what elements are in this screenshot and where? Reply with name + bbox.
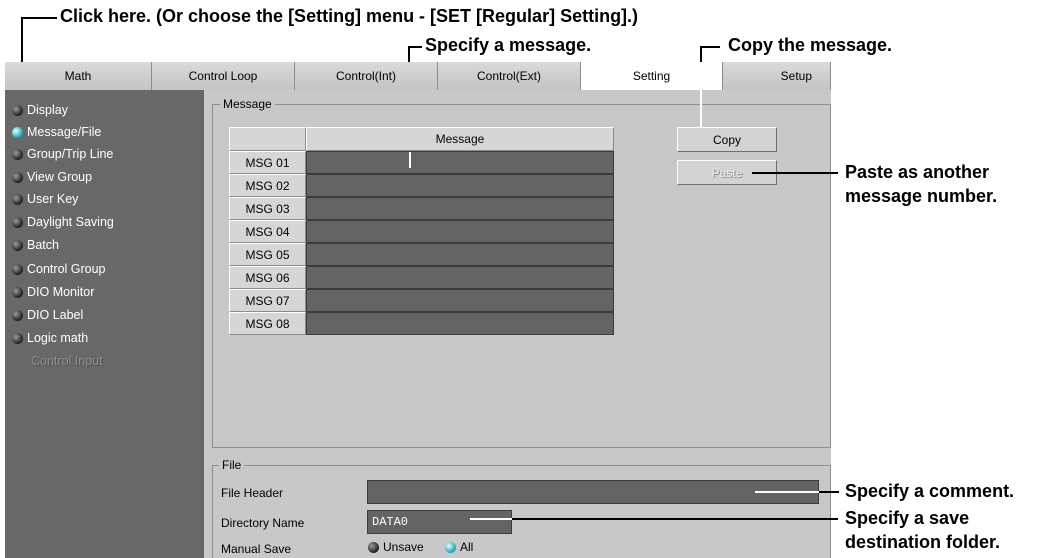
file-group-label: File [219, 458, 245, 472]
message-input[interactable] [306, 312, 614, 335]
tab-setup[interactable]: Setup [723, 62, 831, 90]
table-row-label: MSG 05 [229, 243, 306, 266]
message-input[interactable] [306, 220, 614, 243]
radio-on-icon [12, 126, 23, 138]
sidebar-item-view-group[interactable]: View Group [12, 166, 92, 188]
table-row-label: MSG 02 [229, 174, 306, 197]
callout-paste-line2: message number. [845, 186, 998, 206]
sidebar-item-label: Logic math [27, 331, 89, 345]
table-corner [229, 127, 306, 151]
sidebar-item-label: DIO Monitor [27, 285, 95, 299]
callout-specify-message: Specify a message. [425, 35, 592, 55]
sidebar-item-group-trip-line[interactable]: Group/Trip Line [12, 143, 113, 165]
sidebar-item-dio-label[interactable]: DIO Label [12, 304, 83, 326]
sidebar-item-logic-math[interactable]: Logic math [12, 327, 88, 349]
callout-leader-specify-message-h [408, 46, 422, 48]
sidebar-item-label: User Key [27, 192, 79, 206]
radio-off-icon [12, 332, 23, 344]
tab-control-ext[interactable]: Control(Ext) [438, 62, 581, 90]
message-input[interactable] [306, 151, 614, 174]
unsave-option-label: Unsave [383, 540, 424, 554]
radio-off-icon [12, 171, 23, 183]
sidebar-item-label: DIO Label [27, 308, 84, 322]
file-header-input[interactable] [367, 480, 819, 504]
sidebar-item-control-group[interactable]: Control Group [12, 258, 106, 280]
tab-control-loop[interactable]: Control Loop [152, 62, 295, 90]
file-header-label: File Header [221, 486, 284, 500]
callout-leader-folder-inner [470, 518, 512, 520]
directory-name-input[interactable]: DATA0 [367, 510, 512, 534]
sidebar-item-user-key[interactable]: User Key [12, 188, 78, 210]
radio-off-icon [12, 193, 23, 205]
radio-off-icon [12, 286, 23, 298]
radio-off-icon [12, 309, 23, 321]
table-row-label: MSG 04 [229, 220, 306, 243]
tab-control-int[interactable]: Control(Int) [295, 62, 438, 90]
callout-paste-line1: Paste as another [845, 162, 990, 182]
sidebar-item-control-input: Control Input [31, 354, 103, 368]
all-option-label: All [460, 540, 474, 554]
sidebar-item-batch[interactable]: Batch [12, 234, 59, 256]
callout-leader-copy-inner [700, 90, 702, 127]
radio-off-icon [12, 104, 23, 116]
sidebar-item-label: Control Group [27, 262, 106, 276]
sidebar-item-message-file[interactable]: Message/File [12, 121, 101, 143]
sidebar-item-label: View Group [27, 170, 93, 184]
sidebar-item-label: Daylight Saving [27, 215, 114, 229]
sidebar-item-label: Display [27, 103, 68, 117]
file-group [212, 465, 831, 558]
message-column-header: Message [306, 127, 614, 151]
radio-off-icon [12, 148, 23, 160]
callout-copy-message: Copy the message. [728, 35, 893, 55]
callout-save-folder-line2: destination folder. [845, 532, 1001, 552]
directory-name-label: Directory Name [221, 516, 305, 530]
manual-save-label: Manual Save [221, 542, 292, 556]
radio-off-icon [12, 216, 23, 228]
sidebar-item-label: Group/Trip Line [27, 147, 114, 161]
message-input[interactable] [306, 174, 614, 197]
callout-leader-comment [819, 491, 839, 493]
callout-specify-comment: Specify a comment. [845, 481, 1015, 501]
sidebar-item-label: Batch [27, 238, 59, 252]
radio-off-icon [368, 541, 379, 553]
message-input[interactable] [306, 243, 614, 266]
callout-click-here: Click here. (Or choose the [Setting] men… [60, 6, 639, 26]
table-row-label: MSG 07 [229, 289, 306, 312]
radio-off-icon [12, 239, 23, 251]
message-input[interactable] [306, 289, 614, 312]
callout-leader-specify-message-inner [409, 152, 411, 168]
copy-button[interactable]: Copy [677, 127, 777, 152]
manual-save-unsave-option[interactable]: Unsave [368, 540, 424, 554]
callout-leader-folder [512, 518, 838, 520]
callout-leader-comment-inner [755, 491, 819, 493]
callout-save-folder-line1: Specify a save [845, 508, 970, 528]
sidebar-item-display[interactable]: Display [12, 99, 68, 121]
callout-leader-click-here-h [21, 17, 57, 19]
message-input[interactable] [306, 266, 614, 289]
tab-setting[interactable]: Setting [581, 62, 723, 90]
message-input[interactable] [306, 197, 614, 220]
radio-off-icon [12, 263, 23, 275]
callout-leader-paste [752, 172, 838, 174]
sidebar-item-dio-monitor[interactable]: DIO Monitor [12, 281, 94, 303]
callout-leader-copy-h [700, 46, 720, 48]
sidebar-item-daylight-saving[interactable]: Daylight Saving [12, 211, 114, 233]
radio-on-icon [445, 541, 456, 553]
table-row-label: MSG 01 [229, 151, 306, 174]
table-row-label: MSG 08 [229, 312, 306, 335]
message-group-label: Message [220, 97, 275, 111]
sidebar-item-label: Message/File [27, 125, 102, 139]
table-row-label: MSG 03 [229, 197, 306, 220]
tab-math[interactable]: Math [5, 62, 152, 90]
manual-save-all-option[interactable]: All [445, 540, 473, 554]
table-row-label: MSG 06 [229, 266, 306, 289]
